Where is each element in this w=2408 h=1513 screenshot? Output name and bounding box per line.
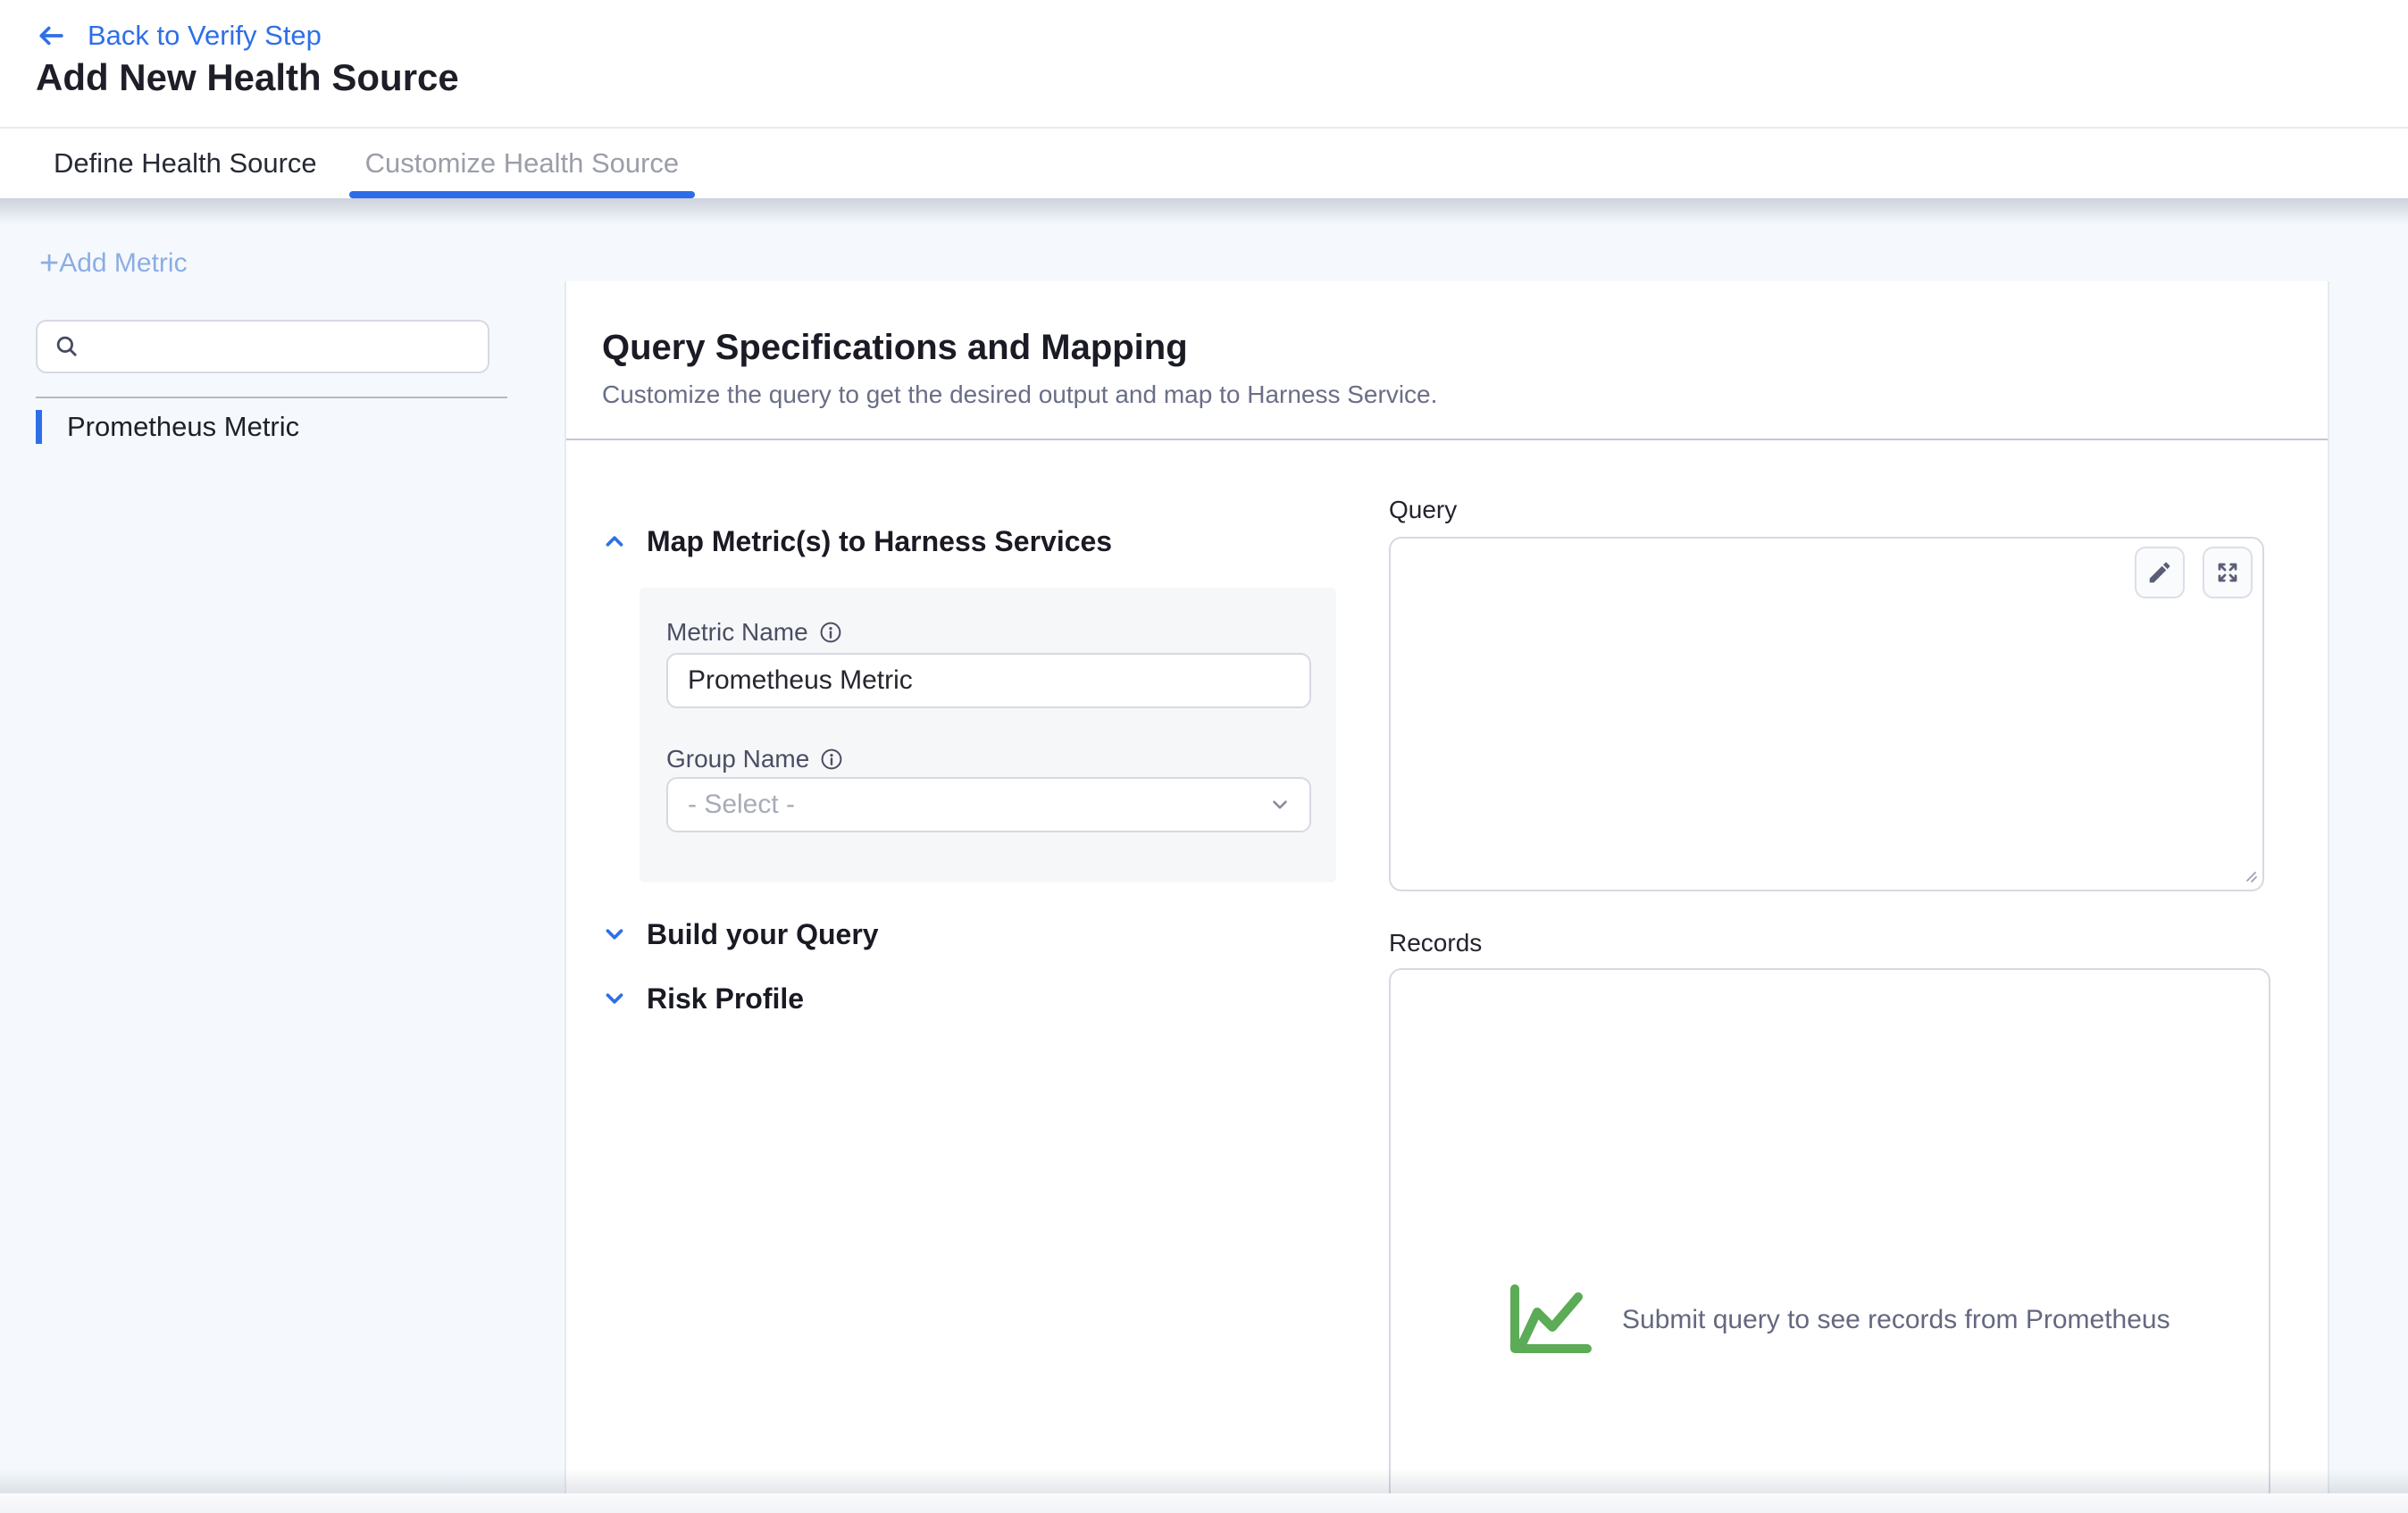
chevron-down-icon [602,986,627,1011]
expand-arrows-icon [2214,559,2241,586]
metric-list-item-prometheus[interactable]: Prometheus Metric [36,409,536,445]
chevron-down-icon [602,922,627,947]
sidebar-divider [36,397,507,398]
chevron-up-icon [602,529,627,554]
tab-customize-label: Customize Health Source [365,147,680,180]
selected-indicator-bar [36,410,42,444]
group-name-label: Group Name [666,745,809,773]
section-map-metrics-toggle[interactable]: Map Metric(s) to Harness Services [602,524,1112,558]
info-icon[interactable] [819,621,842,644]
group-name-select[interactable]: - Select - [666,777,1311,832]
section-build-query-toggle[interactable]: Build your Query [602,917,879,951]
tab-customize-health-source[interactable]: Customize Health Source [349,129,696,198]
panel-title: Query Specifications and Mapping [602,326,1437,369]
metric-name-input[interactable] [666,653,1311,708]
query-editor [1389,537,2264,891]
metric-search-input[interactable] [80,332,488,362]
add-health-source-screen: Back to Verify Step Add New Health Sourc… [0,0,2408,1513]
tab-define-health-source[interactable]: Define Health Source [36,129,335,198]
add-metric-label: Add Metric [59,248,187,279]
arrow-left-icon [36,21,66,51]
textarea-resize-handle[interactable] [2239,865,2259,884]
plus-icon: + [39,247,59,280]
panel-subtitle: Customize the query to get the desired o… [602,380,1437,410]
metric-mapping-card: Metric Name Group Name [640,588,1336,882]
metric-search-box [36,320,489,373]
records-label: Records [1389,929,1482,957]
query-label: Query [1389,496,1457,524]
back-button[interactable]: Back to Verify Step [36,18,322,54]
records-empty-state: Submit query to see records from Prometh… [1506,1283,2170,1358]
section-risk-profile-toggle[interactable]: Risk Profile [602,982,804,1016]
add-metric-button[interactable]: + Add Metric [39,247,188,280]
metric-name-label: Metric Name [666,618,808,647]
search-icon [54,333,80,360]
section-build-query-label: Build your Query [647,918,879,951]
back-label: Back to Verify Step [88,20,322,52]
records-empty-message: Submit query to see records from Prometh… [1622,1305,2170,1335]
fullscreen-query-button[interactable] [2203,547,2253,598]
header: Back to Verify Step Add New Health Sourc… [0,0,2408,198]
group-name-label-row: Group Name [666,745,843,773]
footer-strip [0,1493,2408,1513]
edit-query-button[interactable] [2135,547,2185,598]
line-chart-icon [1506,1283,1592,1358]
metric-item-label: Prometheus Metric [67,411,299,443]
metric-name-label-row: Metric Name [666,618,842,647]
pencil-icon [2146,559,2173,586]
group-name-placeholder: - Select - [668,790,1268,820]
records-box: Submit query to see records from Prometh… [1389,968,2270,1504]
section-map-metrics-label: Map Metric(s) to Harness Services [647,525,1112,558]
query-textarea[interactable] [1389,537,2264,891]
panel-divider [566,439,2328,440]
tab-bar: Define Health Source Customize Health So… [0,127,2408,198]
active-tab-underline [349,191,696,198]
panel-header: Query Specifications and Mapping Customi… [602,326,1437,410]
tab-define-label: Define Health Source [54,147,317,180]
page-title: Add New Health Source [36,55,459,100]
chevron-down-icon [1268,793,1292,816]
info-icon[interactable] [820,748,843,771]
section-risk-profile-label: Risk Profile [647,982,804,1016]
query-specifications-panel: Query Specifications and Mapping Customi… [564,281,2329,1513]
